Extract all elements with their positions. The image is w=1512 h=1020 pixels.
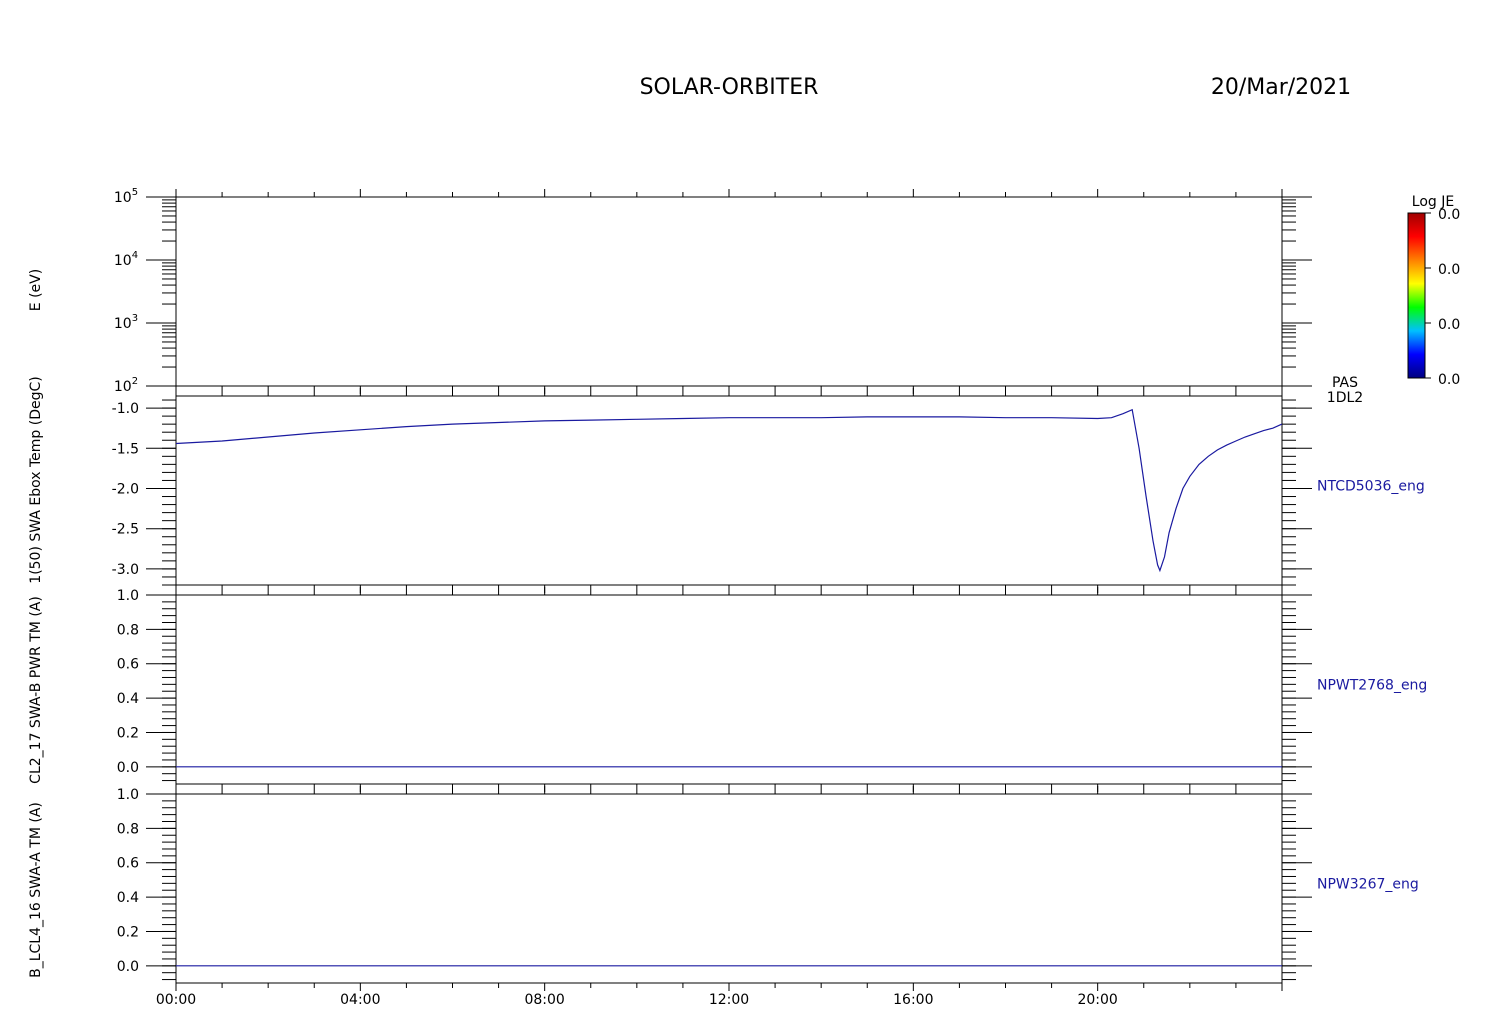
y-axis-label: E (eV) bbox=[28, 269, 44, 311]
y-tick-label: 0.0 bbox=[117, 760, 139, 776]
y-axis-label: 1(50) SWA Ebox Temp (DegC) bbox=[28, 376, 44, 583]
y-tick-label: -2.5 bbox=[112, 522, 139, 538]
colorbar-tick-label: 0.0 bbox=[1438, 317, 1460, 333]
date-label: 20/Mar/2021 bbox=[1211, 75, 1351, 100]
colorbar-tick-label: 0.0 bbox=[1438, 207, 1460, 223]
panel-frame bbox=[175, 793, 1283, 984]
panel-frame bbox=[175, 196, 1283, 387]
y-tick-label: 0.0 bbox=[117, 959, 139, 975]
series-label: NPWT2768_eng bbox=[1317, 678, 1427, 694]
y-tick-label: 104 bbox=[114, 250, 138, 269]
x-tick-label: 12:00 bbox=[709, 992, 749, 1008]
mission-title: SOLAR-ORBITER bbox=[640, 75, 819, 100]
series-label: NTCD5036_eng bbox=[1317, 479, 1425, 495]
y-tick-label: 0.2 bbox=[117, 924, 139, 940]
y-tick-label: 0.4 bbox=[117, 691, 139, 707]
panels: E (eV)102103104105PAS1DL21(50) SWA Ebox … bbox=[28, 187, 1427, 1008]
colorbar-tick-label: 0.0 bbox=[1438, 262, 1460, 278]
x-tick-label: 00:00 bbox=[156, 992, 196, 1008]
panel-3: CL2_17 SWA-B PWR TM (A) 0.0 0.2 0.4 0.6 0.8 1.… bbox=[28, 587, 1427, 792]
instrument-label: 1DL2 bbox=[1327, 390, 1363, 406]
y-tick-label: 0.6 bbox=[117, 657, 139, 673]
y-tick-label: 0.8 bbox=[117, 622, 139, 638]
panel-frame bbox=[175, 395, 1283, 586]
x-tick-label: 08:00 bbox=[524, 992, 564, 1008]
y-axis-label: B_LCL4_16 SWA-A TM (A) bbox=[28, 802, 44, 978]
panel-4: B_LCL4_16 SWA-A TM (A) 0.0 0.2 0.4 0.6 0.8 1.0… bbox=[28, 786, 1419, 1008]
series-line bbox=[175, 408, 1283, 573]
y-tick-label: 0.2 bbox=[117, 725, 139, 741]
x-tick-label: 16:00 bbox=[893, 992, 933, 1008]
instrument-label: PAS bbox=[1332, 375, 1358, 391]
x-tick-label: 20:00 bbox=[1077, 992, 1117, 1008]
y-tick-label: -3.0 bbox=[112, 562, 139, 578]
panel-frame bbox=[175, 594, 1283, 785]
colorbar-scale bbox=[1407, 212, 1426, 379]
panel-1: E (eV) 102 103 104 105 PAS1DL2 bbox=[28, 187, 1363, 406]
colorbar-tick-label: 0.0 bbox=[1438, 372, 1460, 388]
y-tick-label: -1.0 bbox=[112, 401, 139, 417]
y-tick-label: 0.8 bbox=[117, 821, 139, 837]
y-tick-label: -1.5 bbox=[112, 441, 139, 457]
y-tick-label: 105 bbox=[114, 187, 138, 206]
colorbar: 0.0 0.0 0.0 0.0 bbox=[1407, 207, 1460, 388]
panel-2: 1(50) SWA Ebox Temp (DegC) -1.0 -1.5 -2.0 -2… bbox=[28, 376, 1425, 593]
y-tick-label: 102 bbox=[114, 376, 138, 395]
y-axis-label: CL2_17 SWA-B PWR TM (A) bbox=[28, 596, 44, 784]
series-label: NPW3267_eng bbox=[1317, 877, 1419, 893]
chart-canvas: SOLAR-ORBITER 20/Mar/2021 Log JE E (eV)1… bbox=[28, 75, 1460, 1008]
y-tick-label: -2.0 bbox=[112, 481, 139, 497]
y-tick-label: 103 bbox=[114, 313, 138, 332]
y-tick-label: 1.0 bbox=[117, 588, 139, 604]
y-tick-label: 1.0 bbox=[117, 787, 139, 803]
y-tick-label: 0.6 bbox=[117, 856, 139, 872]
y-tick-label: 0.4 bbox=[117, 890, 139, 906]
x-tick-label: 04:00 bbox=[340, 992, 380, 1008]
